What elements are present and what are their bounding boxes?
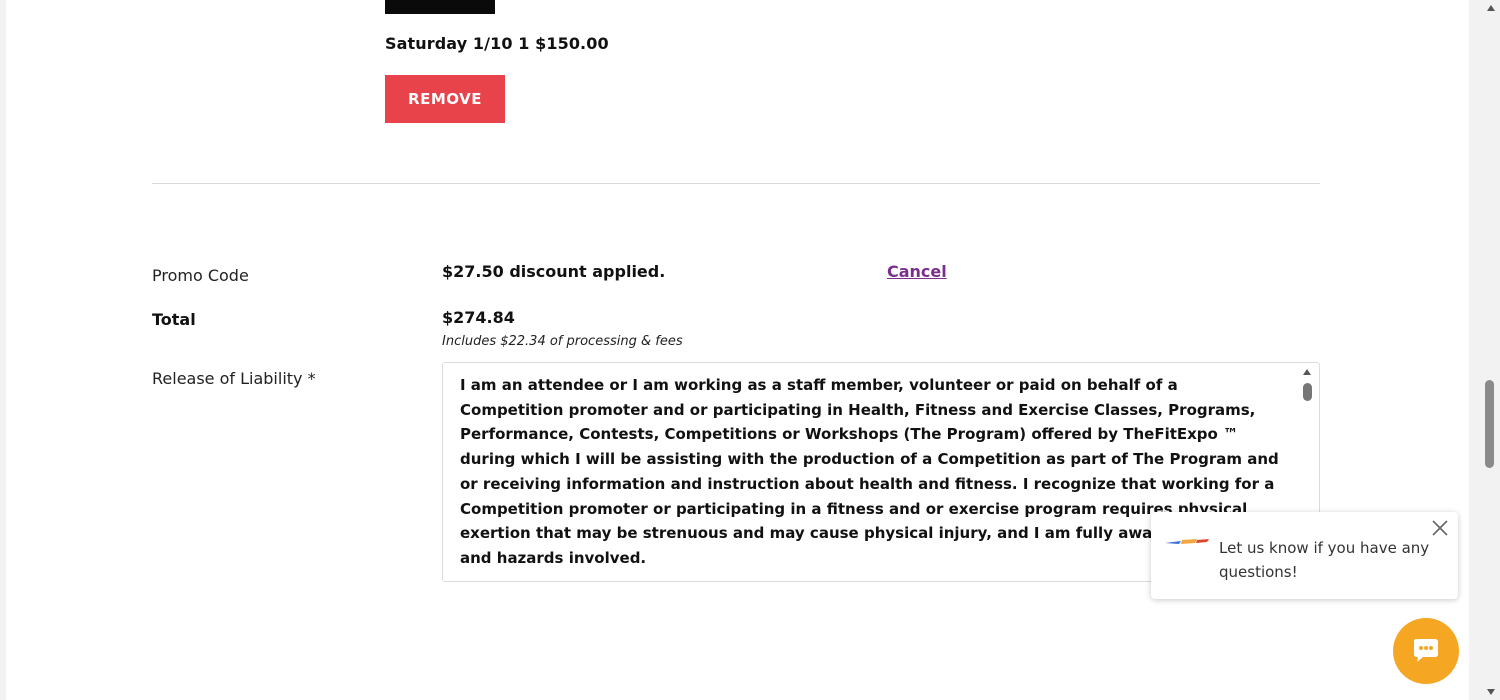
page-scrollbar[interactable] [1483,0,1500,700]
fees-note: Includes $22.34 of processing & fees [442,334,683,349]
textbox-scrollbar-thumb[interactable] [1303,383,1312,401]
total-value: $274.84 [442,308,515,327]
cart-line-item: Saturday 1/10 1 $150.00 [385,34,609,53]
scroll-down-arrow-icon[interactable] [1487,689,1495,695]
promo-code-label: Promo Code [152,266,249,285]
chat-popup: Let us know if you have any questions! [1151,512,1458,599]
scroll-up-arrow-icon[interactable] [1487,5,1495,11]
fitexpo-logo-icon [1165,539,1209,544]
cart-item-black-button[interactable] [385,0,495,14]
promo-discount-value: $27.50 discount applied. [442,262,666,281]
cancel-promo-link[interactable]: Cancel [887,262,947,281]
total-label: Total [152,310,196,329]
chat-message: Let us know if you have any questions! [1219,539,1430,581]
remove-button[interactable]: REMOVE [385,75,505,123]
close-icon[interactable] [1430,518,1450,538]
release-of-liability-label: Release of Liability * [152,369,316,388]
chat-open-button[interactable] [1393,618,1459,684]
chat-bubble-icon [1414,639,1438,662]
section-divider [152,183,1320,184]
textbox-scroll-up-icon[interactable] [1303,369,1311,375]
page-scrollbar-thumb[interactable] [1485,380,1494,468]
